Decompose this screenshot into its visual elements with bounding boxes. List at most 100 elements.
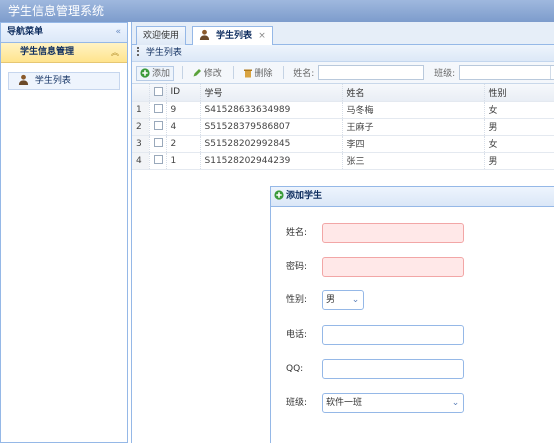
tab-bar: 欢迎使用 学生列表 × — [132, 22, 554, 46]
row-checkbox-cell[interactable] — [149, 118, 167, 136]
password-input[interactable] — [322, 257, 464, 277]
add-icon — [274, 190, 284, 200]
tab-student-list[interactable]: 学生列表 × — [191, 26, 273, 46]
panel-header: 学生列表 — [132, 45, 554, 62]
qq-input[interactable] — [322, 359, 464, 379]
add-button-label: 添加 — [152, 69, 171, 79]
row-number: 4 — [132, 152, 150, 170]
sidebar-item-label: 学生列表 — [34, 76, 71, 86]
chevron-up-icon: ︽ — [111, 48, 119, 57]
chevron-down-icon: ⌄ — [451, 398, 460, 408]
cell-id: 4 — [166, 118, 201, 136]
collapse-icon[interactable]: « — [115, 23, 121, 42]
column-header-name[interactable]: 姓名 — [342, 84, 485, 102]
table-row[interactable]: 2 4 S51528379586807 王麻子 男 — [132, 118, 554, 136]
user-icon — [18, 74, 29, 85]
name-label: 姓名: — [286, 228, 308, 238]
table-row[interactable]: 1 9 S41528633634989 马冬梅 女 — [132, 101, 554, 119]
column-header-student-number[interactable]: 学号 — [200, 84, 343, 102]
edit-button-label: 修改 — [203, 69, 222, 79]
class-select[interactable]: 软件一班 ⌄ — [322, 393, 464, 413]
app-window: 学生信息管理系统 导航菜单 « 学生信息管理 ︽ 学生列表 欢迎使用 学生列表 … — [0, 0, 554, 443]
add-button[interactable]: 添加 — [136, 66, 175, 81]
cell-name: 马冬梅 — [342, 101, 485, 119]
row-checkbox[interactable] — [153, 155, 163, 164]
chevron-down-icon: ⌄ — [351, 295, 360, 305]
qq-label: QQ: — [286, 364, 304, 374]
gender-select[interactable]: 男 ⌄ — [322, 290, 364, 310]
row-checkbox-cell[interactable] — [149, 152, 167, 170]
sidebar-header-label: 导航菜单 — [7, 27, 44, 37]
toolbar-divider — [181, 66, 183, 79]
toolbar-divider — [283, 66, 285, 79]
password-label: 密码: — [286, 262, 308, 272]
sidebar: 导航菜单 « 学生信息管理 ︽ 学生列表 — [0, 22, 128, 443]
sidebar-item-student-list[interactable]: 学生列表 — [8, 72, 120, 90]
cell-student-number: S11528202944239 — [200, 152, 343, 170]
tab-label: 欢迎使用 — [143, 31, 180, 41]
user-icon — [199, 29, 209, 40]
name-filter-label: 姓名: — [293, 69, 315, 79]
cell-gender: 女 — [484, 135, 554, 153]
select-all-checkbox[interactable] — [153, 86, 163, 96]
cell-id: 9 — [166, 101, 201, 119]
table-header-row: ID 学号 姓名 性别 — [132, 84, 554, 102]
gender-label: 性别: — [286, 295, 308, 305]
name-input[interactable] — [322, 223, 464, 243]
cell-gender: 女 — [484, 101, 554, 119]
row-number: 1 — [132, 101, 150, 119]
delete-icon — [243, 69, 252, 78]
cell-student-number: S51528202992845 — [200, 135, 343, 153]
column-header-gender[interactable]: 性别 — [484, 84, 554, 102]
tab-welcome[interactable]: 欢迎使用 — [136, 26, 187, 45]
student-table: ID 学号 姓名 性别 1 9 S41528633634989 马冬梅 女 2 … — [132, 84, 554, 170]
class-filter-select[interactable]: ▼ — [459, 65, 554, 80]
gender-value: 男 — [326, 295, 336, 305]
cell-name: 王麻子 — [342, 118, 485, 136]
row-checkbox[interactable] — [153, 121, 163, 130]
row-number: 2 — [132, 118, 150, 136]
row-checkbox[interactable] — [153, 138, 163, 147]
cell-id: 1 — [166, 152, 201, 170]
row-number-header — [132, 84, 150, 102]
class-value: 软件一班 — [326, 398, 363, 408]
class-filter-label: 班级: — [434, 69, 456, 79]
delete-button-label: 删除 — [254, 69, 273, 79]
name-filter-input[interactable] — [318, 65, 425, 80]
edit-button[interactable]: 修改 — [189, 67, 225, 82]
class-label: 班级: — [286, 398, 308, 408]
select-all-cell[interactable] — [149, 84, 167, 102]
pencil-icon — [193, 69, 201, 77]
row-checkbox-cell[interactable] — [149, 101, 167, 119]
tab-label: 学生列表 — [216, 31, 253, 41]
row-checkbox[interactable] — [153, 104, 163, 113]
cell-student-number: S51528379586807 — [200, 118, 343, 136]
app-title: 学生信息管理系统 — [0, 0, 554, 22]
panel-handle-icon — [137, 47, 139, 56]
add-student-dialog: 添加学生 姓名: 密码: 性别: 男 ⌄ 电话: QQ: 班级: 软件一班 ⌄ — [270, 186, 554, 443]
sidebar-header: 导航菜单 « — [1, 23, 127, 43]
cell-student-number: S41528633634989 — [200, 101, 343, 119]
cell-gender: 男 — [484, 118, 554, 136]
cell-gender: 男 — [484, 152, 554, 170]
add-icon — [140, 68, 150, 78]
row-number: 3 — [132, 135, 150, 153]
column-header-id[interactable]: ID — [166, 84, 201, 102]
dialog-header[interactable]: 添加学生 — [271, 187, 554, 207]
toolbar: 添加 修改 删除 姓名: 班级: ▼ 搜 — [132, 62, 554, 84]
table-row[interactable]: 3 2 S51528202992845 李四 女 — [132, 135, 554, 153]
chevron-down-icon: ▼ — [550, 66, 554, 79]
toolbar-divider — [232, 66, 234, 79]
sidebar-group-label: 学生信息管理 — [20, 47, 75, 57]
dialog-title: 添加学生 — [286, 191, 323, 201]
phone-input[interactable] — [322, 325, 464, 345]
phone-label: 电话: — [286, 330, 308, 340]
sidebar-group-student-info[interactable]: 学生信息管理 ︽ — [1, 43, 127, 63]
delete-button[interactable]: 删除 — [240, 67, 276, 82]
table-row[interactable]: 4 1 S11528202944239 张三 男 — [132, 152, 554, 170]
row-checkbox-cell[interactable] — [149, 135, 167, 153]
cell-name: 李四 — [342, 135, 485, 153]
cell-name: 张三 — [342, 152, 485, 170]
close-icon[interactable]: × — [258, 31, 266, 41]
panel-title: 学生列表 — [145, 48, 182, 58]
